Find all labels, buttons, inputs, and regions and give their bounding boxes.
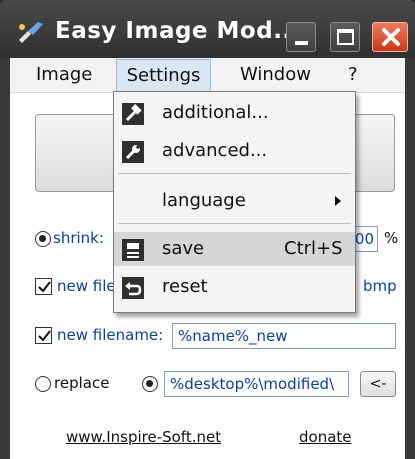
maximize-button[interactable] <box>330 22 360 52</box>
close-icon <box>382 28 400 46</box>
menu-item-reset[interactable]: reset <box>114 270 355 304</box>
reset-icon <box>122 277 144 299</box>
save-icon <box>122 239 144 261</box>
hammer-icon <box>122 103 144 125</box>
menu-item-label: reset <box>162 276 208 297</box>
settings-dropdown: additional... advanced... language save … <box>113 91 356 313</box>
donate-link[interactable]: donate <box>299 428 352 446</box>
app-window: Easy Image Mod... Image Settings Window … <box>0 0 415 459</box>
replace-label: replace <box>54 374 110 392</box>
new-filename-input[interactable]: %name%_new <box>172 323 396 349</box>
shrink-label: shrink: <box>53 229 104 247</box>
menu-image[interactable]: Image <box>28 62 100 88</box>
maximize-icon <box>337 29 354 45</box>
percent-sign: % <box>384 229 399 247</box>
menu-item-label: advanced... <box>162 140 268 161</box>
website-link[interactable]: www.Inspire-Soft.net <box>66 428 221 446</box>
menu-bar: Image Settings Window ? <box>10 58 405 93</box>
menu-item-shortcut: Ctrl+S <box>284 238 343 259</box>
menu-item-save[interactable]: save Ctrl+S <box>114 232 355 266</box>
title-bar[interactable]: Easy Image Mod... <box>0 0 415 58</box>
checkmark-icon <box>38 330 51 342</box>
menu-separator <box>118 173 351 174</box>
browse-folder-button[interactable]: <- <box>360 371 396 397</box>
close-button[interactable] <box>372 22 408 52</box>
shrink-radio[interactable] <box>35 231 51 247</box>
new-filename-checkbox[interactable] <box>35 327 52 344</box>
new-filename-label: new filename: <box>57 326 164 344</box>
menu-item-label: additional... <box>162 102 269 123</box>
menu-help[interactable]: ? <box>340 62 366 88</box>
menu-item-language[interactable]: language <box>114 184 355 218</box>
output-folder-input[interactable]: %desktop%\modified\ <box>164 371 349 397</box>
menu-item-advanced[interactable]: advanced... <box>114 134 355 168</box>
output-folder-radio[interactable] <box>142 376 158 392</box>
menu-window[interactable]: Window <box>232 62 319 88</box>
minimize-button[interactable] <box>286 22 316 52</box>
paintbrush-icon <box>19 22 43 43</box>
wrench-icon <box>122 141 144 163</box>
menu-item-additional[interactable]: additional... <box>114 96 355 130</box>
menu-separator <box>118 223 351 224</box>
new-file-label: new file <box>57 277 116 295</box>
new-file-checkbox[interactable] <box>35 278 52 295</box>
submenu-arrow-icon <box>335 196 341 206</box>
menu-item-label: save <box>162 238 205 259</box>
menu-settings[interactable]: Settings <box>116 59 211 91</box>
minimize-icon <box>295 41 308 45</box>
window-title: Easy Image Mod... <box>55 18 301 44</box>
bmp-label: bmp <box>363 277 397 295</box>
replace-radio[interactable] <box>35 376 51 392</box>
menu-item-label: language <box>162 190 246 211</box>
checkmark-icon <box>38 281 51 293</box>
